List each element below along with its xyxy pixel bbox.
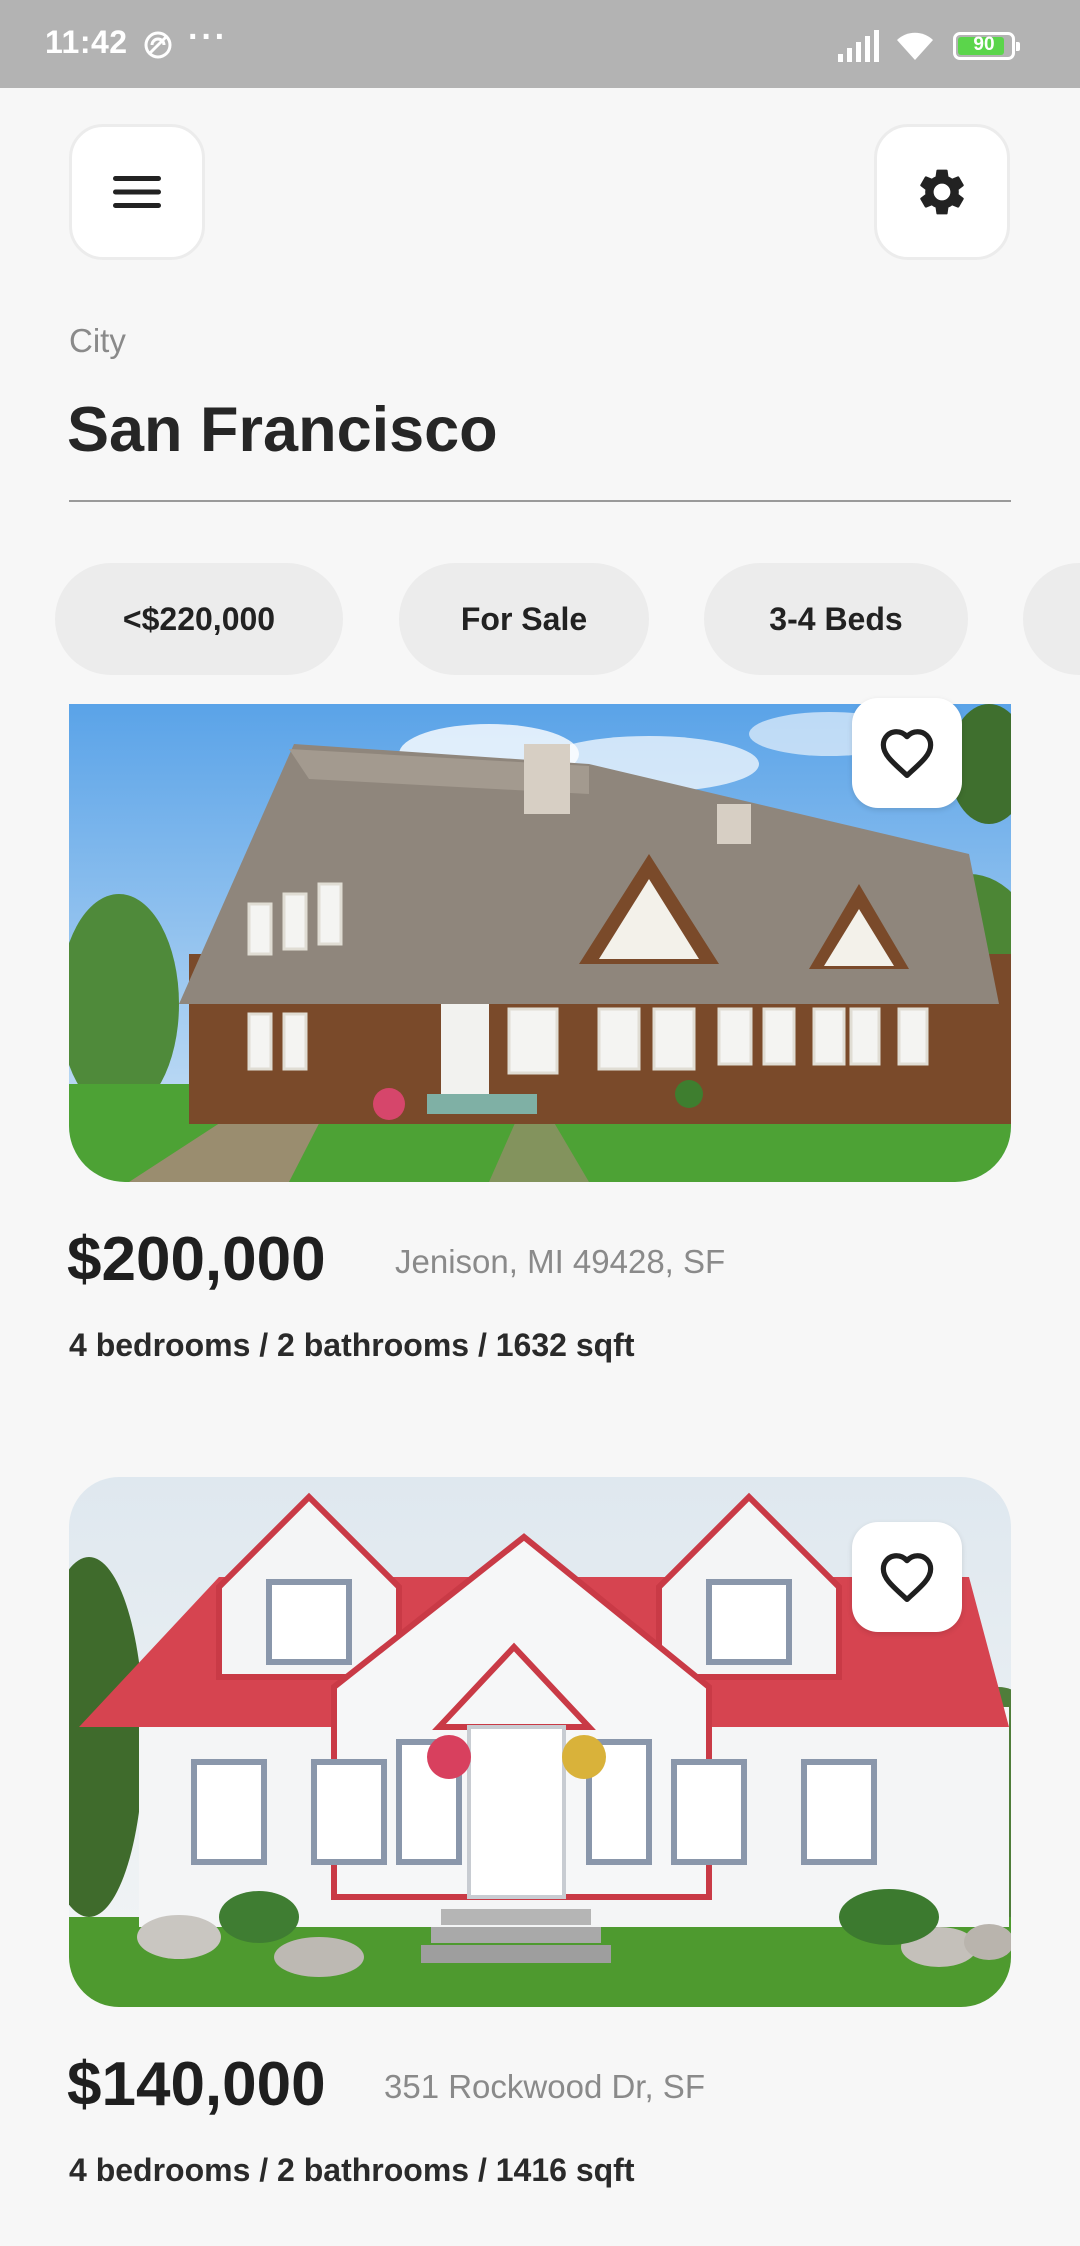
heart-outline-icon	[880, 729, 934, 779]
battery-icon: 90	[953, 32, 1020, 60]
city-input[interactable]: San Francisco	[67, 394, 498, 466]
filter-chip-beds[interactable]: 3-4 Beds	[704, 563, 968, 675]
listing-price-1: $200,000	[67, 1225, 326, 1294]
dnd-icon	[144, 31, 172, 59]
settings-button[interactable]	[874, 124, 1010, 260]
gear-icon	[920, 169, 964, 215]
listing-specs-1: 4 bedrooms / 2 bathrooms / 1632 sqft	[69, 1327, 635, 1363]
status-bar: 11:42 ··· 90	[0, 0, 1080, 88]
city-divider	[69, 500, 1011, 502]
listing-specs-2: 4 bedrooms / 2 bathrooms / 1416 sqft	[69, 2152, 635, 2188]
heart-outline-icon	[880, 1553, 934, 1603]
wifi-icon	[897, 32, 933, 60]
filter-chip-more[interactable]: T	[1023, 563, 1080, 675]
filter-chips: <$220,000 For Sale 3-4 Beds T	[0, 563, 1080, 677]
city-label: City	[69, 322, 126, 359]
signal-icon	[838, 30, 879, 62]
filter-chip-status[interactable]: For Sale	[399, 563, 649, 675]
menu-icon	[113, 176, 161, 208]
listing-address-2: 351 Rockwood Dr, SF	[384, 2068, 705, 2105]
status-time: 11:42	[45, 24, 128, 60]
listing-price-2: $140,000	[67, 2050, 326, 2119]
favorite-button-2[interactable]	[852, 1522, 962, 1632]
filter-chip-price[interactable]: <$220,000	[55, 563, 343, 675]
favorite-button-1[interactable]	[852, 698, 962, 808]
listing-address-1: Jenison, MI 49428, SF	[395, 1243, 726, 1280]
status-more-dots: ···	[188, 18, 228, 56]
battery-percent: 90	[973, 34, 995, 55]
menu-button[interactable]	[69, 124, 205, 260]
